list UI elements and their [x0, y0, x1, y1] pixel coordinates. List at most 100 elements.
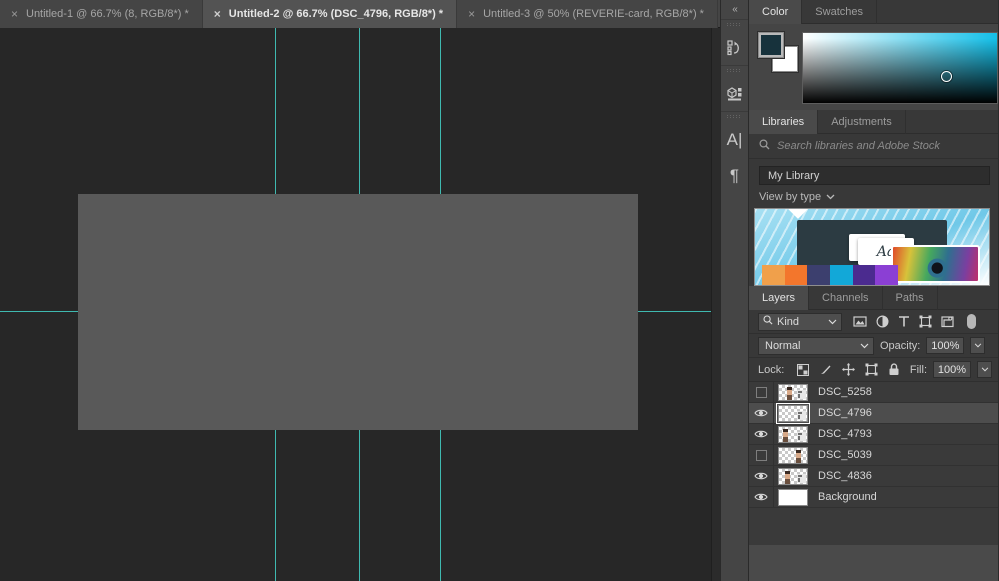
smart-object-badge [797, 390, 806, 399]
layer-row[interactable]: Background [749, 487, 998, 508]
paragraph-icon[interactable]: ¶ [721, 157, 748, 193]
layer-name[interactable]: DSC_4836 [812, 470, 872, 482]
lock-position-icon[interactable] [842, 363, 855, 376]
promo-swatch [853, 265, 876, 285]
pixel-filter-icon[interactable] [853, 315, 867, 328]
smart-object-badge [797, 474, 806, 483]
tab-layers[interactable]: Layers [749, 286, 809, 310]
promo-swatch [785, 265, 808, 285]
opacity-stepper[interactable] [970, 337, 985, 354]
layer-list[interactable]: DSC_5258 DSC_4796 DSC_4793 DSC_5039 DSC_4836… [749, 382, 998, 545]
library-selector[interactable]: My Library [759, 166, 990, 185]
panel-grip[interactable] [727, 68, 742, 73]
color-ramp-shade [803, 33, 997, 103]
panel-grip[interactable] [727, 114, 742, 119]
libraries-search-input[interactable]: Search libraries and Adobe Stock [777, 140, 940, 152]
eye-icon[interactable] [749, 403, 774, 424]
document-tab[interactable]: ×Untitled-2 @ 66.7% (DSC_4796, RGB/8*) * [203, 0, 457, 28]
layer-thumbnail-cell [774, 426, 812, 443]
layer-thumbnail [778, 489, 808, 506]
view-by-type-label: View by type [759, 191, 821, 203]
layer-thumbnail-cell [774, 384, 812, 401]
panel-grip[interactable] [727, 22, 742, 27]
chevron-down-icon [828, 316, 837, 328]
layer-name[interactable]: DSC_5258 [812, 386, 872, 398]
lock-icons [797, 363, 900, 376]
eye-icon[interactable] [749, 424, 774, 445]
character-icon[interactable]: A| [721, 121, 748, 157]
eye-icon[interactable] [749, 466, 774, 487]
tab-color[interactable]: Color [749, 0, 802, 24]
artboard[interactable] [78, 194, 638, 430]
color-ramp[interactable] [802, 32, 998, 104]
layer-thumbnail-cell [774, 468, 812, 485]
promo-eye-photo [891, 245, 980, 283]
3d-panel-group [721, 65, 748, 111]
blend-mode-select[interactable]: Normal [758, 337, 874, 355]
collapse-panels-button[interactable]: « [721, 0, 748, 19]
layer-row[interactable]: DSC_4793 [749, 424, 998, 445]
layer-thumbnail-cell [774, 447, 812, 464]
type-filter-icon[interactable] [898, 315, 910, 328]
document-tab-title: Untitled-1 @ 66.7% (8, RGB/8*) * [26, 8, 189, 20]
lock-all-icon[interactable] [888, 363, 900, 376]
layer-filter-icons [853, 314, 976, 329]
promo-swatch [875, 265, 898, 285]
adjustment-filter-icon[interactable] [876, 315, 889, 328]
layer-name[interactable]: DSC_5039 [812, 449, 872, 461]
fill-input[interactable]: 100% [933, 361, 971, 378]
close-icon[interactable]: × [467, 8, 476, 20]
layer-filter-kind-label: Kind [777, 316, 799, 328]
close-icon[interactable]: × [213, 8, 222, 20]
collapsed-panel-rail: « [720, 0, 749, 581]
search-icon [759, 139, 770, 153]
paragraph-glyph: ¶ [730, 167, 739, 184]
document-tab[interactable]: ×Untitled-3 @ 50% (REVERIE-card, RGB/8*)… [457, 0, 718, 28]
tab-swatches[interactable]: Swatches [802, 0, 877, 24]
canvas-viewport[interactable] [0, 28, 711, 581]
libraries-search-row[interactable]: Search libraries and Adobe Stock [749, 134, 998, 159]
layer-row[interactable]: DSC_5039 [749, 445, 998, 466]
photoshop-window: × Untitled-1 @ 66.7% (8, RGB/8*) * ×Untitl… [0, 0, 999, 581]
layer-thumbnail [778, 426, 808, 443]
close-icon[interactable]: × [10, 8, 19, 20]
libraries-panel-body: Search libraries and Adobe Stock My Libr… [749, 134, 998, 286]
tab-libraries[interactable]: Libraries [749, 110, 818, 134]
smart-object-badge [797, 411, 806, 420]
lock-image-icon[interactable] [819, 363, 832, 376]
3d-icon[interactable] [721, 75, 748, 111]
layer-filter-kind-select[interactable]: Kind [758, 313, 842, 331]
smart-object-filter-icon[interactable] [941, 315, 954, 328]
filter-enable-toggle[interactable] [967, 314, 976, 329]
color-panel-tabs: ColorSwatches [749, 0, 998, 24]
layer-name[interactable]: Background [812, 491, 877, 503]
libraries-panel-tabs: LibrariesAdjustments [749, 110, 998, 134]
history-panel-group [721, 19, 748, 65]
lock-artboard-icon[interactable] [865, 363, 878, 376]
layer-row[interactable]: DSC_4836 [749, 466, 998, 487]
document-tab-bar: × Untitled-1 @ 66.7% (8, RGB/8*) * ×Untitl… [0, 0, 720, 28]
layer-row[interactable]: DSC_5258 [749, 382, 998, 403]
opacity-input[interactable]: 100% [926, 337, 964, 354]
view-by-type-dropdown[interactable]: View by type [749, 185, 998, 208]
document-tab[interactable]: × Untitled-1 @ 66.7% (8, RGB/8*) * [0, 0, 203, 28]
tab-channels[interactable]: Channels [809, 286, 882, 310]
layer-row[interactable]: DSC_4796 [749, 403, 998, 424]
foreground-color-swatch[interactable] [758, 32, 784, 58]
layer-name[interactable]: DSC_4793 [812, 428, 872, 440]
layer-name[interactable]: DSC_4796 [812, 407, 872, 419]
lock-label: Lock: [758, 364, 784, 376]
history-icon[interactable] [721, 29, 748, 65]
tab-paths[interactable]: Paths [883, 286, 938, 310]
layers-panel: LayersChannelsPaths Kind [749, 286, 998, 581]
eye-off-icon[interactable] [749, 445, 774, 466]
shape-filter-icon[interactable] [919, 315, 932, 328]
fill-stepper[interactable] [977, 361, 992, 378]
eye-icon[interactable] [749, 487, 774, 508]
lock-row: Lock: [749, 358, 998, 382]
tab-adjustments[interactable]: Adjustments [818, 110, 906, 134]
lock-transparency-icon[interactable] [797, 364, 809, 376]
eye-off-icon[interactable] [749, 382, 774, 403]
color-picker-ring[interactable] [941, 71, 952, 82]
library-promo-thumbnail[interactable]: Aa [754, 208, 990, 286]
